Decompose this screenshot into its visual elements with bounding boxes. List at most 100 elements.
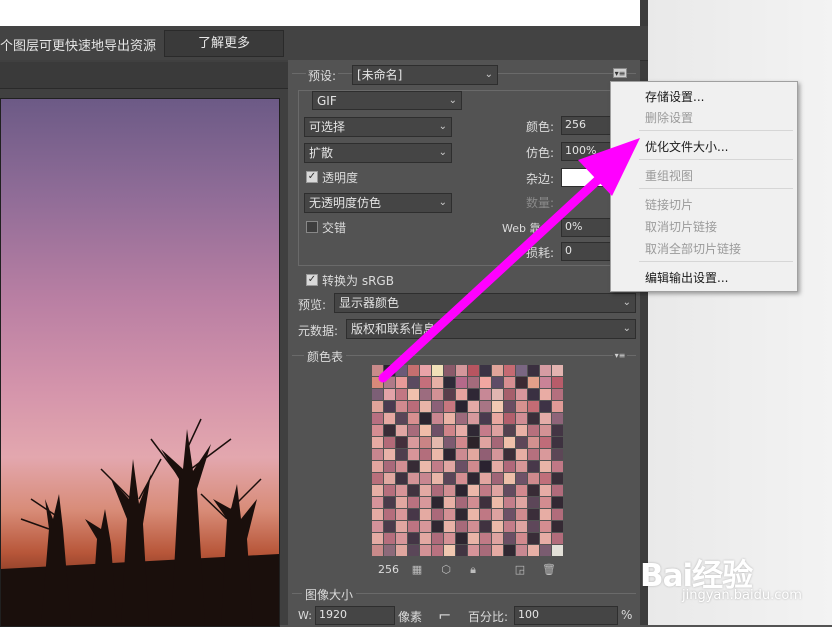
color-swatch[interactable]: [456, 461, 468, 473]
panel-menu-icon[interactable]: ▾≡: [613, 68, 627, 78]
color-swatch[interactable]: [408, 509, 420, 521]
color-swatch[interactable]: [432, 413, 444, 425]
color-swatch[interactable]: [372, 533, 384, 545]
dither-algorithm-select[interactable]: 扩散 ⌄: [304, 143, 452, 163]
color-swatch[interactable]: [372, 497, 384, 509]
color-swatch[interactable]: [456, 485, 468, 497]
matte-color-swatch[interactable]: [561, 168, 613, 187]
color-swatch[interactable]: [492, 437, 504, 449]
color-swatch[interactable]: [444, 521, 456, 533]
color-swatch[interactable]: [528, 509, 540, 521]
color-swatch[interactable]: [372, 413, 384, 425]
color-swatch[interactable]: [552, 497, 564, 509]
color-swatch[interactable]: [516, 497, 528, 509]
color-swatch[interactable]: [396, 413, 408, 425]
color-swatch[interactable]: [384, 401, 396, 413]
color-swatch[interactable]: [552, 413, 564, 425]
color-swatch[interactable]: [540, 377, 552, 389]
color-swatch[interactable]: [528, 413, 540, 425]
color-swatch[interactable]: [468, 449, 480, 461]
color-swatch[interactable]: [540, 533, 552, 545]
color-swatch[interactable]: [372, 485, 384, 497]
color-swatch[interactable]: [396, 377, 408, 389]
color-swatch[interactable]: [408, 497, 420, 509]
color-swatch[interactable]: [468, 365, 480, 377]
color-swatch[interactable]: [396, 449, 408, 461]
color-swatch[interactable]: [444, 485, 456, 497]
color-swatch[interactable]: [384, 413, 396, 425]
dither-field[interactable]: 100%: [561, 142, 613, 161]
color-swatch[interactable]: [408, 461, 420, 473]
color-swatch[interactable]: [444, 509, 456, 521]
color-swatch[interactable]: [408, 449, 420, 461]
color-swatch[interactable]: [528, 425, 540, 437]
color-swatch[interactable]: [420, 449, 432, 461]
color-swatch[interactable]: [408, 425, 420, 437]
color-swatch[interactable]: [468, 413, 480, 425]
color-swatch[interactable]: [480, 473, 492, 485]
color-swatch[interactable]: [480, 509, 492, 521]
color-swatch[interactable]: [432, 473, 444, 485]
color-swatch[interactable]: [384, 365, 396, 377]
color-swatch[interactable]: [540, 521, 552, 533]
color-swatch[interactable]: [432, 533, 444, 545]
color-swatch[interactable]: [504, 377, 516, 389]
color-swatch[interactable]: [372, 365, 384, 377]
color-swatch[interactable]: [516, 389, 528, 401]
color-swatch[interactable]: [372, 509, 384, 521]
color-swatch[interactable]: [492, 509, 504, 521]
interlaced-checkbox[interactable]: [306, 221, 318, 233]
color-swatch[interactable]: [528, 533, 540, 545]
color-swatch[interactable]: [468, 473, 480, 485]
color-swatch[interactable]: [528, 377, 540, 389]
color-swatch[interactable]: [396, 533, 408, 545]
color-swatch[interactable]: [420, 473, 432, 485]
color-swatch[interactable]: [384, 461, 396, 473]
color-swatch[interactable]: [480, 365, 492, 377]
color-swatch[interactable]: [540, 437, 552, 449]
color-swatch[interactable]: [468, 461, 480, 473]
color-swatch[interactable]: [528, 521, 540, 533]
color-swatch[interactable]: [432, 437, 444, 449]
color-swatch[interactable]: [504, 413, 516, 425]
color-swatch[interactable]: [444, 401, 456, 413]
color-swatch[interactable]: [528, 437, 540, 449]
color-swatch[interactable]: [540, 449, 552, 461]
color-swatch[interactable]: [504, 401, 516, 413]
color-swatch[interactable]: [504, 497, 516, 509]
color-swatch[interactable]: [552, 485, 564, 497]
color-swatch[interactable]: [516, 521, 528, 533]
lock-icon[interactable]: 🔒︎: [467, 564, 479, 576]
color-swatch[interactable]: [552, 473, 564, 485]
color-swatch[interactable]: [492, 485, 504, 497]
color-swatch[interactable]: [396, 509, 408, 521]
color-swatch[interactable]: [384, 425, 396, 437]
color-swatch[interactable]: [552, 533, 564, 545]
menu-item-unlink-all-slices[interactable]: 取消全部切片链接: [645, 240, 741, 257]
color-swatch[interactable]: [372, 449, 384, 461]
color-swatch[interactable]: [468, 509, 480, 521]
color-swatch[interactable]: [516, 377, 528, 389]
transparency-checkbox[interactable]: ✓: [306, 171, 318, 183]
color-swatch[interactable]: [552, 425, 564, 437]
menu-item-save-settings[interactable]: 存储设置...: [645, 88, 704, 105]
lossy-field[interactable]: 0: [561, 242, 613, 261]
color-swatch[interactable]: [540, 461, 552, 473]
color-swatch[interactable]: [504, 509, 516, 521]
color-swatch[interactable]: [444, 497, 456, 509]
color-swatch[interactable]: [456, 473, 468, 485]
color-swatch[interactable]: [372, 521, 384, 533]
color-swatch[interactable]: [528, 473, 540, 485]
color-swatch[interactable]: [396, 545, 408, 557]
format-select[interactable]: GIF ⌄: [312, 91, 462, 110]
color-swatch[interactable]: [420, 497, 432, 509]
color-swatch[interactable]: [420, 461, 432, 473]
color-swatch[interactable]: [504, 365, 516, 377]
cube-icon[interactable]: ⬡: [440, 564, 452, 576]
color-swatch[interactable]: [540, 473, 552, 485]
color-swatch[interactable]: [516, 425, 528, 437]
color-swatch[interactable]: [480, 497, 492, 509]
color-swatch[interactable]: [432, 425, 444, 437]
color-swatch[interactable]: [384, 533, 396, 545]
color-swatch[interactable]: [384, 449, 396, 461]
